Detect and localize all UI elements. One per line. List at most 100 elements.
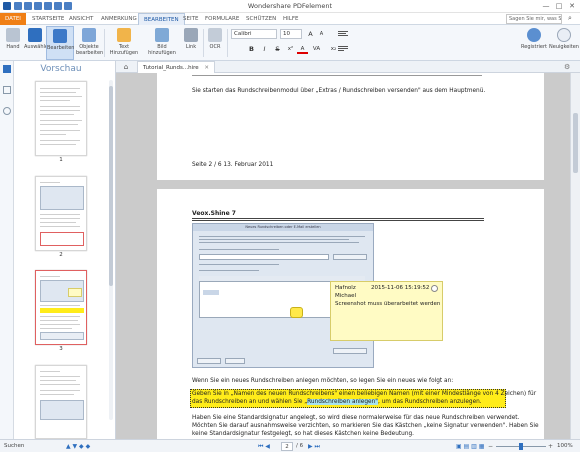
page-number-input[interactable]: 2: [281, 442, 293, 451]
page2-para3[interactable]: Möchten Sie darauf ausnahmsweise verzich…: [192, 422, 539, 430]
note-close-icon[interactable]: [431, 285, 438, 292]
zoom-level: 100%: [557, 443, 573, 449]
note-text[interactable]: Screenshot muss überarbeitet werden: [335, 300, 440, 308]
thumbnail-scrollbar[interactable]: [109, 80, 113, 420]
note-datetime: 2015-11-06 15:19:52: [371, 285, 430, 291]
char-spacing-button[interactable]: VA: [311, 44, 322, 54]
window-title: Wondershare PDFelement: [247, 2, 333, 10]
edit-objects-button[interactable]: Objekte bearbeiten: [76, 26, 103, 60]
page2-para4[interactable]: keine Standardsignatur festgelegt, so ha…: [192, 430, 532, 438]
highlight-text-line1[interactable]: Geben Sie in „Namen des neuen Rundschrei…: [192, 390, 536, 398]
strike-button[interactable]: S: [272, 44, 283, 54]
left-icon-strip: [0, 61, 14, 439]
tab-forms[interactable]: FORMULARE: [200, 13, 244, 25]
edit-label: Bearbeiten: [47, 45, 75, 51]
comment-note-icon[interactable]: [290, 307, 303, 318]
document-tab[interactable]: Tutorial_Runds...hire ✕: [137, 61, 216, 73]
hand-label: Hand: [6, 44, 20, 50]
note-author: Hafnolz: [335, 285, 356, 291]
add-image-button[interactable]: Bild hinzufügen: [143, 26, 181, 60]
edit-tool-button[interactable]: Bearbeiten: [46, 26, 74, 60]
link-button[interactable]: Link: [182, 26, 200, 60]
comments-icon[interactable]: [3, 107, 11, 115]
thumbnail-page-2[interactable]: [35, 176, 87, 251]
dialog-title: Neues Rundschreiben oder E-Mail erstelle…: [193, 224, 373, 231]
thumbnail-label-2: 2: [59, 252, 63, 258]
font-decrease-button[interactable]: A: [316, 29, 327, 39]
thumbnails-icon[interactable]: [3, 65, 11, 73]
search-input[interactable]: Sagen Sie mir, was Sie tun möchten: [506, 14, 562, 24]
font-increase-button[interactable]: A: [305, 29, 316, 39]
search-icon[interactable]: ⌕: [564, 14, 576, 24]
edit-icon: [53, 29, 67, 43]
ocr-button[interactable]: OCR: [205, 26, 225, 60]
highlight-text-part3: , um das Rundschreiben anzulegen.: [377, 399, 482, 405]
separator: [203, 29, 204, 57]
bold-button[interactable]: B: [246, 44, 257, 54]
zoom-slider-handle[interactable]: [519, 443, 523, 450]
page1-footer: Seite 2 / 6 13. Februar 2011: [192, 162, 274, 168]
view-mode-icons[interactable]: ▣ ▤ ▥ ▦: [456, 441, 484, 452]
page2-header: Veox.Shine 7: [192, 210, 236, 217]
thumbnail-page-4[interactable]: [35, 365, 87, 439]
bell-icon: [557, 28, 571, 42]
close-tab-icon[interactable]: ✕: [204, 65, 209, 71]
nav-arrows-icon[interactable]: ▲ ▼ ◆ ◆: [66, 441, 90, 452]
document-scroll-thumb[interactable]: [573, 113, 578, 173]
close-button[interactable]: ✕: [566, 1, 578, 11]
news-label: Neuigkeiten: [549, 44, 579, 50]
title-bar: Wondershare PDFelement — □ ✕: [0, 0, 580, 13]
ribbon-tabs: DATEI STARTSEITE ANSICHT ANMERKUNG BEARB…: [0, 13, 580, 25]
tab-protect[interactable]: SCHÜTZEN: [241, 13, 281, 25]
add-image-icon: [155, 28, 169, 42]
paragraph-buttons[interactable]: [338, 44, 363, 54]
search-status-label[interactable]: Suchen: [4, 441, 24, 452]
bookmarks-icon[interactable]: [3, 86, 11, 94]
registered-label: Registriert: [521, 44, 547, 50]
superscript-button[interactable]: x²: [285, 44, 296, 54]
zoom-in-icon[interactable]: +: [548, 441, 553, 452]
thumbnail-scroll-thumb[interactable]: [109, 86, 113, 286]
select-icon: [28, 28, 42, 42]
prev-page-icon[interactable]: ⏮ ◀: [258, 441, 270, 452]
tab-file[interactable]: DATEI: [0, 13, 26, 25]
font-color-button[interactable]: A: [297, 44, 308, 54]
highlight-text-line2[interactable]: das Rundschreiben an und wählen Sie „Run…: [192, 398, 512, 406]
tab-view[interactable]: ANSICHT: [64, 13, 98, 25]
registered-button[interactable]: Registriert: [520, 26, 548, 60]
thumbnail-label-1: 1: [59, 157, 63, 163]
settings-icon[interactable]: ⚙: [564, 63, 572, 71]
selected-text[interactable]: Rundschreiben anlegen": [307, 399, 378, 405]
thumbnail-page-3[interactable]: [35, 270, 87, 345]
highlight-text-part1: das Rundschreiben an und wählen Sie „: [192, 399, 308, 405]
document-tab-label: Tutorial_Runds...hire: [143, 65, 199, 71]
add-text-icon: [117, 28, 131, 42]
tab-help[interactable]: HILFE: [278, 13, 303, 25]
news-button[interactable]: Neuigkeiten: [549, 26, 579, 60]
hand-tool-button[interactable]: Hand: [2, 26, 24, 60]
next-page-icon[interactable]: ▶ ⏭: [308, 441, 320, 452]
tab-annotate[interactable]: ANMERKUNG: [96, 13, 142, 25]
preview-title: Vorschau: [40, 64, 82, 74]
zoom-out-icon[interactable]: −: [488, 441, 493, 452]
page2-para2[interactable]: Haben Sie eine Standardsignatur angelegt…: [192, 414, 532, 422]
italic-button[interactable]: I: [259, 44, 270, 54]
minimize-button[interactable]: —: [540, 1, 552, 11]
page-total: / 6: [296, 443, 304, 449]
ocr-label: OCR: [209, 44, 221, 50]
page2-intro[interactable]: Wenn Sie ein neues Rundschreiben anlegen…: [192, 377, 532, 385]
add-image-label: Bild hinzufügen: [148, 44, 176, 56]
align-buttons[interactable]: [338, 29, 363, 39]
page1-text[interactable]: Sie starten das Rundschreibenmodul über …: [192, 87, 522, 95]
sticky-note-popup[interactable]: Hafnolz 2015-11-06 15:19:52 Michael Scre…: [330, 281, 443, 341]
ocr-icon: [208, 28, 222, 42]
font-size-select[interactable]: 10: [280, 29, 302, 39]
edit-objects-icon: [82, 28, 96, 42]
document-scrollbar[interactable]: [570, 73, 580, 439]
maximize-button[interactable]: □: [553, 1, 565, 11]
select-tool-button[interactable]: Auswählen: [24, 26, 51, 60]
add-text-button[interactable]: Text Hinzufügen: [106, 26, 142, 60]
font-family-select[interactable]: Calibri: [231, 29, 277, 39]
thumbnail-page-1[interactable]: [35, 81, 87, 156]
home-icon[interactable]: ⌂: [122, 63, 130, 71]
